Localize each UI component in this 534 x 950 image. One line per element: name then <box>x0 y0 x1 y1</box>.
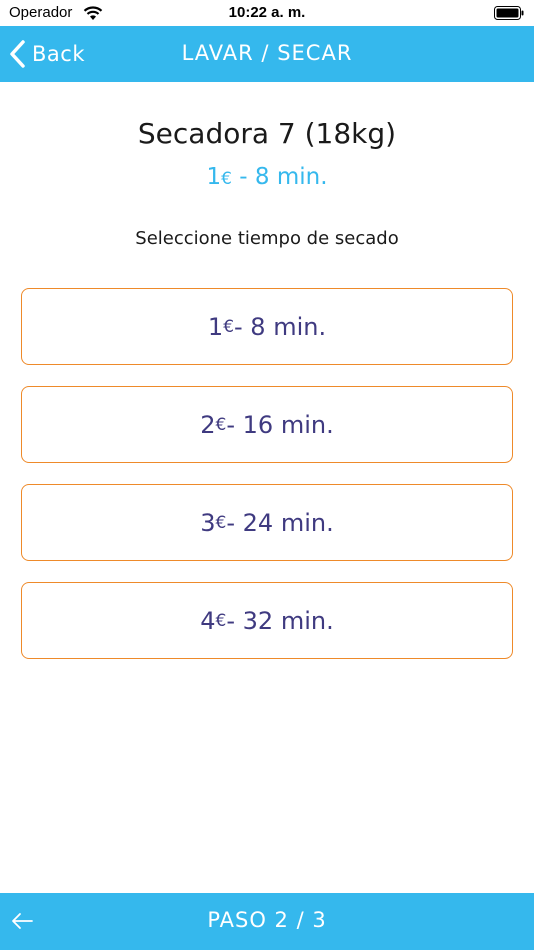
option-duration: - 24 min. <box>226 508 334 537</box>
option-price: 3 <box>200 508 216 537</box>
option-duration: - 32 min. <box>226 606 334 635</box>
option-currency: € <box>215 610 227 631</box>
instruction-text: Seleccione tiempo de secado <box>135 228 399 249</box>
option-currency: € <box>223 316 235 337</box>
option-4-euro[interactable]: 4 € - 32 min. <box>21 582 513 659</box>
machine-title: Secadora 7 (18kg) <box>137 117 397 150</box>
selected-price-amount: 1 <box>206 164 222 190</box>
option-duration: - 8 min. <box>234 312 327 341</box>
option-price: 4 <box>200 606 216 635</box>
selected-price: 1€ - 8 min. <box>0 164 534 190</box>
option-currency: € <box>215 512 227 533</box>
page-title: LAVAR / SECAR <box>181 41 353 65</box>
option-2-euro[interactable]: 2 € - 16 min. <box>21 386 513 463</box>
option-1-euro[interactable]: 1 € - 8 min. <box>21 288 513 365</box>
selected-price-duration: - 8 min. <box>231 164 328 190</box>
battery-icon <box>494 6 524 20</box>
status-bar: Operador 10:22 a. m. <box>0 0 534 26</box>
option-price: 2 <box>200 410 216 439</box>
navigation-bar: Back LAVAR / SECAR <box>0 26 534 82</box>
option-currency: € <box>215 414 227 435</box>
option-price: 1 <box>207 312 224 341</box>
option-3-euro[interactable]: 3 € - 24 min. <box>21 484 513 561</box>
bottom-bar: PASO 2 / 3 <box>0 893 534 950</box>
selected-price-currency: € <box>221 169 232 189</box>
step-indicator: PASO 2 / 3 <box>207 908 327 932</box>
status-time: 10:22 a. m. <box>228 4 306 21</box>
option-duration: - 16 min. <box>226 410 334 439</box>
